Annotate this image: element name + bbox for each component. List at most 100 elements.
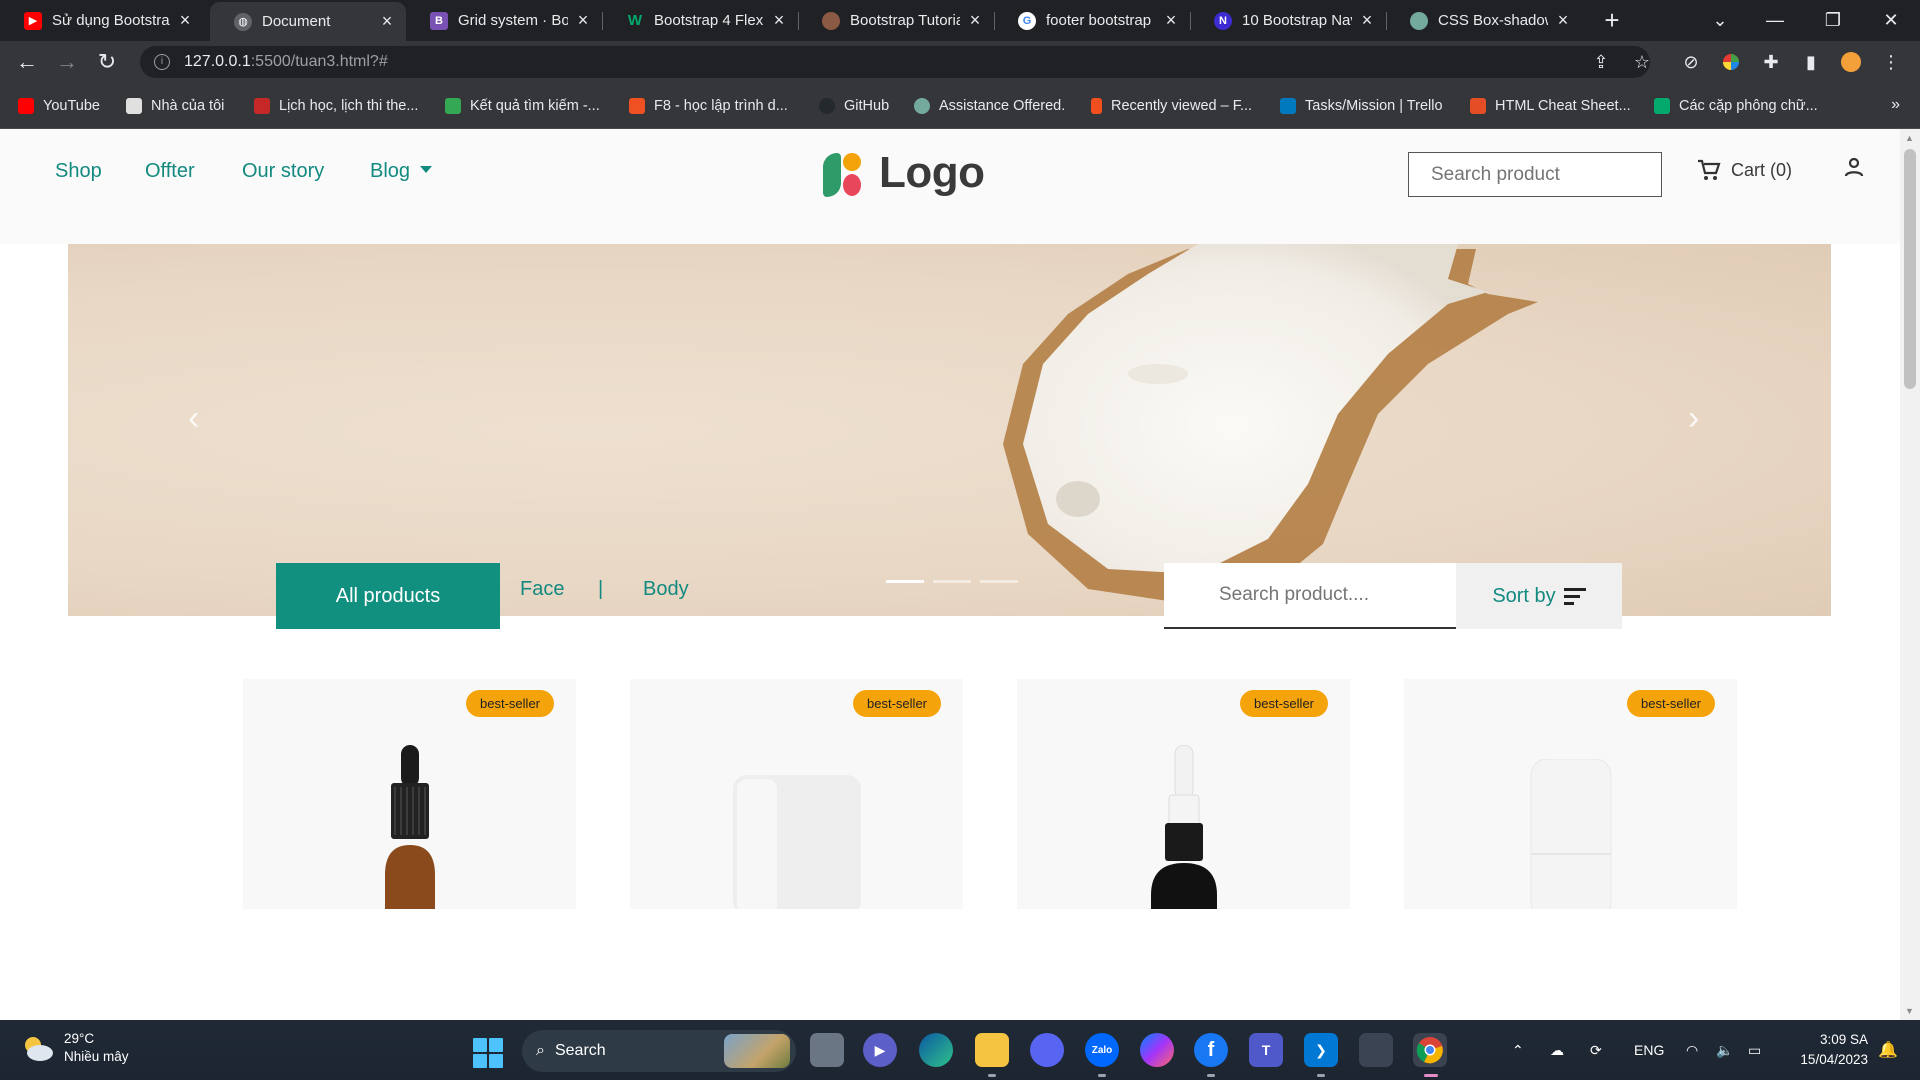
close-icon[interactable]: × bbox=[770, 10, 788, 31]
edge-icon[interactable] bbox=[919, 1033, 953, 1067]
minimize-icon[interactable]: — bbox=[1750, 0, 1800, 41]
onedrive-icon[interactable]: ☁ bbox=[1550, 1020, 1564, 1080]
bookmark-youtube[interactable]: YouTube bbox=[18, 96, 100, 116]
tab-title: Bootstrap 4 Flex bbox=[654, 12, 764, 29]
teams-icon[interactable]: T bbox=[1249, 1033, 1283, 1067]
bookmark-assistance[interactable]: Assistance Offered. bbox=[914, 96, 1065, 116]
extension-compass-icon[interactable]: ⊘ bbox=[1680, 51, 1702, 73]
all-products-button[interactable]: All products bbox=[276, 563, 500, 629]
filter-face[interactable]: Face bbox=[520, 578, 564, 601]
more-menu-icon[interactable]: ⋮ bbox=[1880, 51, 1902, 73]
reload-icon[interactable]: ↻ bbox=[92, 47, 122, 77]
scroll-up-icon[interactable]: ▲ bbox=[1905, 133, 1914, 143]
side-panel-icon[interactable]: ▮ bbox=[1800, 51, 1822, 73]
filter-body[interactable]: Body bbox=[643, 578, 689, 601]
tab-footer-bootstrap[interactable]: G footer bootstrap × bbox=[994, 0, 1190, 41]
weather-widget[interactable]: 29°C Nhiều mây bbox=[20, 1030, 129, 1066]
tab-box-shadow[interactable]: CSS Box-shadow. × bbox=[1386, 0, 1582, 41]
notification-bell-icon[interactable]: 🔔 bbox=[1878, 1020, 1898, 1080]
tab-grid-system[interactable]: B Grid system · Boo × bbox=[406, 0, 602, 41]
product-search-input[interactable] bbox=[1164, 563, 1456, 629]
forward-icon[interactable]: → bbox=[52, 47, 82, 77]
tab-document[interactable]: ◍ Document × bbox=[210, 2, 406, 41]
scroll-down-icon[interactable]: ▼ bbox=[1905, 1006, 1914, 1016]
chevron-up-icon[interactable]: ⌃ bbox=[1512, 1020, 1524, 1080]
page-scrollbar[interactable]: ▲ ▼ bbox=[1900, 129, 1920, 1020]
chrome-icon[interactable] bbox=[1413, 1033, 1447, 1067]
close-icon[interactable]: × bbox=[1554, 10, 1572, 31]
bookmark-star-icon[interactable]: ☆ bbox=[1631, 51, 1653, 73]
task-view-icon[interactable] bbox=[810, 1033, 844, 1067]
close-icon[interactable]: × bbox=[574, 10, 592, 31]
scrollbar-thumb[interactable] bbox=[1904, 149, 1916, 389]
close-icon[interactable]: × bbox=[1162, 10, 1180, 31]
white-tube-image bbox=[1530, 759, 1611, 909]
file-explorer-icon[interactable] bbox=[975, 1033, 1009, 1067]
bookmark-font-pairs[interactable]: Các cặp phông chữ... bbox=[1654, 96, 1818, 116]
bookmark-trello[interactable]: Tasks/Mission | Trello bbox=[1280, 96, 1443, 116]
tab-title: Sử dụng Bootstra bbox=[52, 12, 170, 29]
product-card[interactable]: best-seller bbox=[1017, 679, 1350, 909]
windows-start-icon[interactable] bbox=[473, 1038, 503, 1068]
facebook-icon[interactable]: f bbox=[1194, 1033, 1228, 1067]
taskbar-search[interactable]: ⌕ Search bbox=[522, 1030, 796, 1072]
close-icon[interactable]: × bbox=[176, 10, 194, 31]
wifi-icon[interactable]: ◠ bbox=[1686, 1020, 1698, 1080]
discord-icon[interactable] bbox=[1030, 1033, 1064, 1067]
bookmark-html-cheat[interactable]: HTML Cheat Sheet... bbox=[1470, 96, 1631, 116]
close-icon[interactable]: × bbox=[1358, 10, 1376, 31]
extensions-puzzle-icon[interactable]: ✚ bbox=[1760, 51, 1782, 73]
bookmark-figma[interactable]: Recently viewed – F... bbox=[1091, 96, 1252, 116]
address-bar[interactable]: i 127.0.0.1:5500/tuan3.html?# bbox=[140, 46, 1650, 78]
back-icon[interactable]: ← bbox=[12, 47, 42, 77]
bookmark-label: GitHub bbox=[844, 98, 890, 114]
zalo-icon[interactable]: Zalo bbox=[1085, 1033, 1119, 1067]
product-card[interactable]: best-seller bbox=[243, 679, 576, 909]
chevron-right-icon[interactable]: » bbox=[1891, 96, 1900, 114]
taskbar-clock[interactable]: 3:09 SA 15/04/2023 bbox=[1782, 1030, 1868, 1070]
amber-dropper-bottle-image bbox=[384, 745, 435, 909]
color-picker-icon[interactable] bbox=[1720, 51, 1742, 73]
sync-icon[interactable]: ⟳ bbox=[1590, 1020, 1602, 1080]
bookmark-f8[interactable]: F8 - học lập trình d... bbox=[629, 96, 788, 116]
battery-icon[interactable]: ▭ bbox=[1748, 1020, 1761, 1080]
sort-icon bbox=[1563, 587, 1586, 605]
bookmark-github[interactable]: GitHub bbox=[819, 96, 889, 116]
close-icon[interactable]: × bbox=[966, 10, 984, 31]
chatgpt-icon bbox=[914, 98, 930, 114]
tab-bootstrap-tutorial[interactable]: Bootstrap Tutoria × bbox=[798, 0, 994, 41]
tab-title: footer bootstrap bbox=[1046, 12, 1152, 29]
teams-meet-icon[interactable]: ▶ bbox=[863, 1033, 897, 1067]
share-icon[interactable]: ⇪ bbox=[1590, 51, 1612, 73]
web-page: Shop Offter Our story Blog Logo Cart (0) bbox=[0, 129, 1900, 1020]
bookmark-drive[interactable]: Kết quả tìm kiếm -... bbox=[445, 96, 600, 116]
messenger-icon[interactable] bbox=[1140, 1033, 1174, 1067]
tutorial-icon bbox=[822, 11, 840, 30]
bookmark-home[interactable]: Nhà của tôi bbox=[126, 96, 224, 116]
tab-bootstrap-flex[interactable]: W Bootstrap 4 Flex × bbox=[602, 0, 798, 41]
language-indicator[interactable]: ENG bbox=[1634, 1020, 1664, 1080]
tab-youtube[interactable]: ▶ Sử dụng Bootstra × bbox=[0, 0, 204, 41]
snipping-tool-icon[interactable] bbox=[1359, 1033, 1393, 1067]
best-seller-badge: best-seller bbox=[1240, 690, 1328, 717]
tab-title: Document bbox=[262, 13, 331, 30]
bookmark-schedule[interactable]: Lịch học, lịch thi the... bbox=[254, 96, 418, 116]
search-highlight-image bbox=[724, 1034, 790, 1068]
restore-icon[interactable]: ❐ bbox=[1808, 0, 1858, 41]
best-seller-badge: best-seller bbox=[466, 690, 554, 717]
close-icon[interactable]: × bbox=[378, 11, 396, 32]
new-tab-button[interactable]: + bbox=[1598, 7, 1626, 35]
volume-icon[interactable]: 🔈 bbox=[1716, 1020, 1733, 1080]
tab-bootstrap-nav[interactable]: N 10 Bootstrap Nav × bbox=[1190, 0, 1386, 41]
filter-bar: All products Face | Body Sort by best-se… bbox=[0, 129, 1900, 1020]
site-info-icon[interactable]: i bbox=[154, 54, 170, 70]
tab-search-icon[interactable]: ⌄ bbox=[1695, 0, 1745, 41]
product-card[interactable]: best-seller bbox=[1404, 679, 1737, 909]
close-window-icon[interactable]: ✕ bbox=[1866, 0, 1916, 41]
sort-by-button[interactable]: Sort by bbox=[1456, 563, 1622, 629]
vscode-icon[interactable]: ❯ bbox=[1304, 1033, 1338, 1067]
drive-icon bbox=[445, 98, 461, 114]
windows-taskbar: 29°C Nhiều mây ⌕ Search ▶ Zalo f T ❯ ⌃ ☁… bbox=[0, 1020, 1920, 1080]
profile-icon[interactable] bbox=[1840, 51, 1862, 73]
product-card[interactable]: best-seller bbox=[630, 679, 963, 909]
